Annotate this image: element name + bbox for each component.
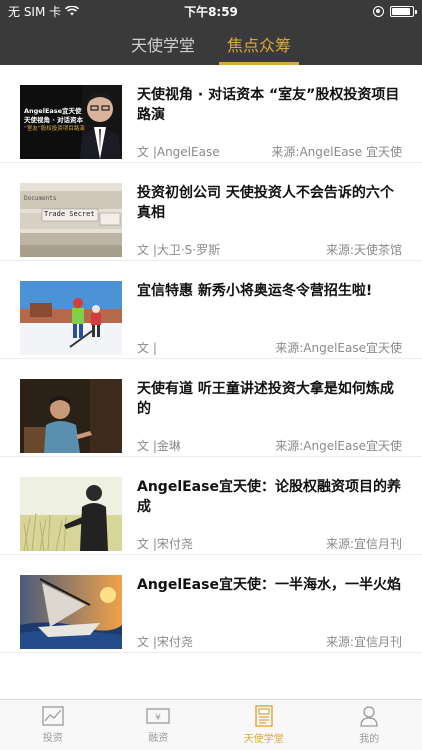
tab-label: 我的	[359, 734, 380, 745]
tab-angel-school-bottom[interactable]: 天使学堂	[211, 700, 317, 750]
article-meta: 文 |宋付尧 来源:宜信月刊	[137, 633, 402, 650]
tab-label: 融资	[148, 733, 169, 744]
thumb-text-line2: 天使视角 · 对话资本	[24, 116, 83, 124]
article-source: 来源:AngelEase宜天使	[275, 341, 402, 355]
thumb-text-line1: AngelEase宜天使	[24, 107, 82, 115]
money-icon: ¥	[146, 706, 170, 729]
wifi-icon	[65, 6, 80, 16]
article-thumbnail	[20, 281, 122, 355]
tab-label: 投资	[42, 733, 63, 744]
article-thumbnail	[20, 477, 122, 551]
article-meta: 文 | 来源:AngelEase宜天使	[137, 339, 402, 356]
status-bar: 无 SIM 卡 下午8:59	[0, 0, 422, 22]
thumb-text-line3: “室友”股权投资项目路演	[24, 126, 85, 132]
article-author: 文 |金琳	[137, 439, 181, 453]
tab-financing[interactable]: ¥ 融资	[106, 700, 212, 750]
bottom-tab-bar: 投资 ¥ 融资 天使学堂 我的	[0, 699, 422, 750]
article-source: 来源:宜信月刊	[325, 537, 402, 551]
tab-focus-crowdfunding[interactable]: 焦点众筹	[211, 22, 307, 65]
article-thumbnail	[20, 575, 122, 649]
article-source: 来源:宜信月刊	[325, 635, 402, 649]
list-item[interactable]: Trade Secret Documents 投资初创公司 天使投资人不会告诉的…	[0, 163, 422, 261]
status-left: 无 SIM 卡	[8, 3, 158, 20]
tab-label: 天使学堂	[243, 734, 284, 745]
status-right	[264, 5, 417, 17]
article-author: 文 |大卫·S·罗斯	[137, 243, 221, 257]
user-icon	[359, 705, 379, 730]
article-thumbnail: Trade Secret Documents	[20, 183, 122, 257]
article-meta: 文 |宋付尧 来源:宜信月刊	[137, 535, 402, 552]
list-item[interactable]: AngelEase宜天使：一半海水，一半火焰 文 |宋付尧 来源:宜信月刊	[0, 555, 422, 653]
article-thumbnail	[20, 379, 122, 453]
list-item[interactable]: 宜信特惠 新秀小将奥运冬令营招生啦! 文 | 来源:AngelEase宜天使	[0, 261, 422, 359]
battery-icon	[390, 5, 417, 17]
chart-icon	[42, 706, 64, 729]
thumb-tab-label: Trade Secret	[44, 210, 95, 218]
tab-angel-school[interactable]: 天使学堂	[115, 22, 211, 65]
article-meta: 文 |金琳 来源:AngelEase宜天使	[137, 437, 402, 454]
article-author: 文 |宋付尧	[137, 537, 193, 551]
article-meta: 文 |大卫·S·罗斯 来源:天使茶馆	[137, 241, 402, 258]
article-thumbnail: AngelEase宜天使 天使视角 · 对话资本 “室友”股权投资项目路演	[20, 85, 122, 159]
top-nav: 天使学堂 焦点众筹	[0, 22, 422, 65]
article-source: 来源:天使茶馆	[325, 243, 402, 257]
article-title[interactable]: 宜信特惠 新秀小将奥运冬令营招生啦!	[137, 281, 407, 301]
article-author: 文 |	[137, 341, 157, 355]
article-title[interactable]: 投资初创公司 天使投资人不会告诉的六个真相	[137, 183, 407, 223]
article-title[interactable]: 天使视角 · 对话资本 “室友”股权投资项目路演	[137, 85, 407, 125]
rotation-lock-icon	[373, 5, 384, 17]
tab-mine[interactable]: 我的	[317, 700, 422, 750]
article-title[interactable]: AngelEase宜天使：一半海水，一半火焰	[137, 575, 407, 595]
tab-invest[interactable]: 投资	[0, 700, 106, 750]
article-author: 文 |宋付尧	[137, 635, 193, 649]
article-author: 文 |AngelEase	[137, 145, 220, 159]
article-source: 来源:AngelEase 宜天使	[271, 145, 402, 159]
list-item[interactable]: AngelEase宜天使：论股权融资项目的养成 文 |宋付尧 来源:宜信月刊	[0, 457, 422, 555]
thumb-doc-label: Documents	[24, 195, 57, 202]
article-title[interactable]: AngelEase宜天使：论股权融资项目的养成	[137, 477, 407, 517]
carrier-label: 无 SIM 卡	[8, 4, 62, 19]
article-title[interactable]: 天使有道 听王童讲述投资大拿是如何炼成的	[137, 379, 407, 419]
article-meta: 文 |AngelEase 来源:AngelEase 宜天使	[137, 143, 402, 160]
article-source: 来源:AngelEase宜天使	[275, 439, 402, 453]
list-item[interactable]: AngelEase宜天使 天使视角 · 对话资本 “室友”股权投资项目路演 天使…	[0, 65, 422, 163]
newspaper-icon	[253, 705, 275, 730]
svg-text:¥: ¥	[155, 713, 161, 723]
article-list: AngelEase宜天使 天使视角 · 对话资本 “室友”股权投资项目路演 天使…	[0, 65, 422, 699]
list-item[interactable]: 天使有道 听王童讲述投资大拿是如何炼成的 文 |金琳 来源:AngelEase宜…	[0, 359, 422, 457]
status-time: 下午8:59	[184, 4, 238, 19]
